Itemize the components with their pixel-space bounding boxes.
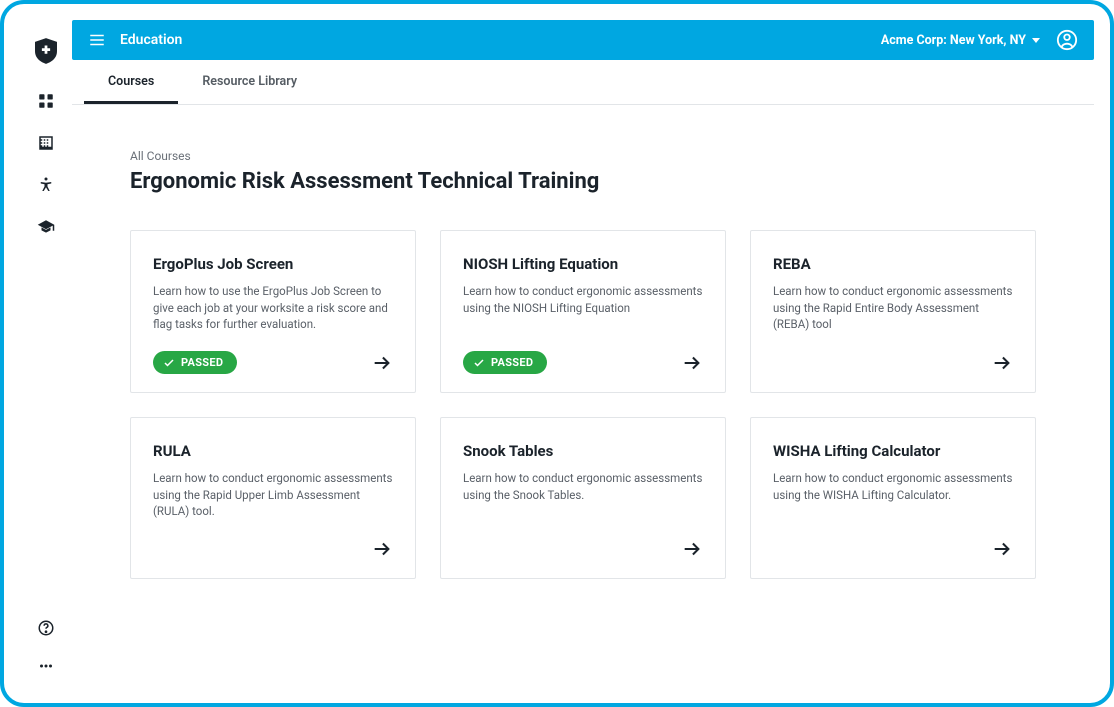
- topbar: Education Acme Corp: New York, NY: [72, 20, 1094, 60]
- arrow-right-icon: [681, 352, 703, 374]
- course-title: REBA: [773, 255, 1013, 273]
- course-description: Learn how to conduct ergonomic assessmen…: [773, 470, 1013, 520]
- course-title: NIOSH Lifting Equation: [463, 255, 703, 273]
- open-course-arrow[interactable]: [991, 352, 1013, 374]
- course-footer: PASSED: [463, 351, 703, 374]
- course-title: ErgoPlus Job Screen: [153, 255, 393, 273]
- breadcrumb[interactable]: All Courses: [130, 149, 1036, 163]
- org-name: Acme Corp: New York, NY: [881, 33, 1026, 48]
- course-card: Snook Tables Learn how to conduct ergonom…: [440, 417, 726, 579]
- open-course-arrow[interactable]: [681, 352, 703, 374]
- passed-badge: PASSED: [153, 351, 237, 374]
- open-course-arrow[interactable]: [371, 538, 393, 560]
- help-icon[interactable]: [37, 619, 55, 637]
- course-description: Learn how to conduct ergonomic assessmen…: [463, 470, 703, 520]
- course-footer: PASSED: [153, 351, 393, 374]
- more-icon[interactable]: [37, 657, 55, 675]
- org-selector[interactable]: Acme Corp: New York, NY: [881, 33, 1040, 48]
- tab-resource-library[interactable]: Resource Library: [178, 60, 321, 104]
- page-title: Ergonomic Risk Assessment Technical Trai…: [130, 169, 1036, 194]
- education-icon[interactable]: [37, 218, 55, 236]
- arrow-right-icon: [991, 538, 1013, 560]
- course-card: ErgoPlus Job Screen Learn how to use the …: [130, 230, 416, 393]
- tab-courses[interactable]: Courses: [84, 60, 178, 104]
- open-course-arrow[interactable]: [991, 538, 1013, 560]
- course-card: REBA Learn how to conduct ergonomic asses…: [750, 230, 1036, 393]
- arrow-right-icon: [991, 352, 1013, 374]
- open-course-arrow[interactable]: [371, 352, 393, 374]
- accessibility-icon[interactable]: [37, 176, 55, 194]
- course-description: Learn how to conduct ergonomic assessmen…: [773, 283, 1013, 334]
- passed-label: PASSED: [181, 356, 223, 369]
- logo-shield[interactable]: [35, 38, 57, 68]
- arrow-right-icon: [681, 538, 703, 560]
- check-icon: [163, 357, 175, 369]
- tabs: Courses Resource Library: [72, 60, 1094, 105]
- dashboard-icon[interactable]: [37, 92, 55, 110]
- menu-icon[interactable]: [88, 31, 106, 49]
- check-icon: [473, 357, 485, 369]
- course-card: NIOSH Lifting Equation Learn how to condu…: [440, 230, 726, 393]
- page-section-title: Education: [120, 32, 182, 48]
- open-course-arrow[interactable]: [681, 538, 703, 560]
- main-area: Education Acme Corp: New York, NY Course…: [72, 20, 1094, 687]
- course-footer: [773, 352, 1013, 374]
- content: All Courses Ergonomic Risk Assessment Te…: [72, 105, 1094, 623]
- course-footer: [463, 538, 703, 560]
- course-footer: [153, 538, 393, 560]
- course-card: RULA Learn how to conduct ergonomic asses…: [130, 417, 416, 579]
- passed-label: PASSED: [491, 356, 533, 369]
- arrow-right-icon: [371, 352, 393, 374]
- course-card: WISHA Lifting Calculator Learn how to con…: [750, 417, 1036, 579]
- user-avatar-icon[interactable]: [1056, 29, 1078, 51]
- course-description: Learn how to conduct ergonomic assessmen…: [153, 470, 393, 520]
- arrow-right-icon: [371, 538, 393, 560]
- chevron-down-icon: [1032, 38, 1040, 43]
- course-description: Learn how to use the ErgoPlus Job Screen…: [153, 283, 393, 333]
- course-grid: ErgoPlus Job Screen Learn how to use the …: [130, 230, 1036, 579]
- passed-badge: PASSED: [463, 351, 547, 374]
- sidebar: [20, 20, 72, 687]
- course-description: Learn how to conduct ergonomic assessmen…: [463, 283, 703, 333]
- course-title: WISHA Lifting Calculator: [773, 442, 1013, 460]
- building-icon[interactable]: [37, 134, 55, 152]
- course-title: RULA: [153, 442, 393, 460]
- course-title: Snook Tables: [463, 442, 703, 460]
- course-footer: [773, 538, 1013, 560]
